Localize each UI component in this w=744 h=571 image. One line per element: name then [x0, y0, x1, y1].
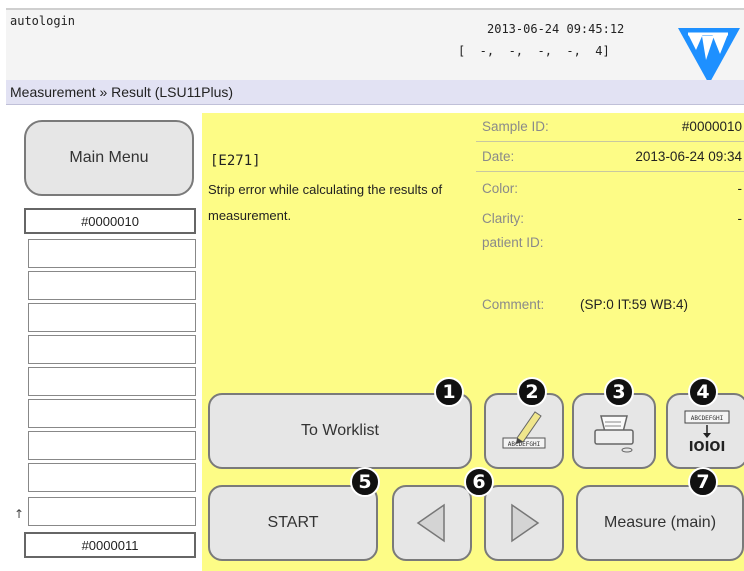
- arrow-right-icon: [511, 503, 540, 543]
- callout-badge-3: 3: [604, 377, 634, 407]
- app-label: autologin: [10, 14, 76, 28]
- sample-info: Sample ID: #0000010 Date: 2013-06-24 09:…: [476, 113, 744, 333]
- divider: [476, 171, 744, 172]
- clarity-label: Clarity:: [482, 211, 525, 226]
- date-label: Date:: [482, 149, 515, 164]
- to-worklist-button[interactable]: To Worklist: [208, 393, 472, 469]
- list-item[interactable]: [28, 463, 196, 492]
- callout-badge-5: 5: [350, 467, 380, 497]
- color-label: Color:: [482, 181, 519, 196]
- export-binary-label: IOIOI: [689, 440, 726, 455]
- list-item[interactable]: [28, 271, 196, 300]
- breadcrumb-bar: Measurement » Result (LSU11Plus): [6, 80, 744, 105]
- callout-badge-6: 6: [464, 467, 494, 497]
- sample-id-row: Sample ID: #0000010: [476, 115, 744, 139]
- header-bar: autologin 2013-06-24 09:45:12 [ -, -, -,…: [6, 8, 744, 84]
- patient-id-label: patient ID:: [482, 235, 544, 250]
- edit-icon-label: ABCDEFGHI: [508, 441, 541, 448]
- list-item[interactable]: [28, 303, 196, 332]
- callout-badge-4: 4: [688, 377, 718, 407]
- breadcrumb: Measurement » Result (LSU11Plus): [10, 84, 234, 100]
- status-line: [ -, -, -, -, 4]: [458, 44, 610, 58]
- comment-label: Comment:: [482, 297, 545, 312]
- clarity-row: Clarity: -: [476, 207, 744, 231]
- result-panel: [E271] Strip error while calculating the…: [202, 113, 744, 571]
- previous-button[interactable]: [392, 485, 472, 561]
- edit-pencil-icon: ABCDEFGHI: [502, 411, 546, 449]
- sidebar: Main Menu #0000010 ↑ #0000011: [6, 108, 202, 571]
- error-code: [E271]: [210, 153, 261, 169]
- list-item[interactable]: [28, 399, 196, 428]
- patient-row: patient ID:: [476, 231, 744, 255]
- date-value: 2013-06-24 09:34: [635, 149, 742, 164]
- sample-id-value: #0000010: [681, 119, 742, 134]
- list-item[interactable]: [28, 497, 196, 526]
- comment-value: (SP:0 IT:59 WB:4): [580, 297, 689, 312]
- date-row: Date: 2013-06-24 09:34: [476, 145, 744, 169]
- scroll-up-arrow-icon[interactable]: ↑: [14, 507, 24, 521]
- color-value: -: [737, 181, 743, 196]
- export-data-icon: ABCDEFGHI IOIOI: [684, 410, 730, 455]
- measure-main-button[interactable]: Measure (main): [576, 485, 744, 561]
- start-button[interactable]: START: [208, 485, 378, 561]
- sample-list-current[interactable]: #0000010: [24, 208, 196, 234]
- sample-id-label: Sample ID:: [482, 119, 549, 134]
- printer-icon: [594, 415, 634, 453]
- sample-list-next[interactable]: #0000011: [24, 532, 196, 558]
- list-item[interactable]: [28, 431, 196, 460]
- arrow-left-icon: [416, 503, 445, 543]
- divider: [476, 141, 744, 142]
- error-message: Strip error while calculating the result…: [208, 182, 443, 223]
- export-top-label: ABCDEFGHI: [691, 415, 724, 422]
- callout-badge-7: 7: [688, 467, 718, 497]
- list-item[interactable]: [28, 335, 196, 364]
- color-row: Color: -: [476, 177, 744, 201]
- datetime-display: 2013-06-24 09:45:12: [487, 22, 625, 36]
- list-item[interactable]: [28, 367, 196, 396]
- clarity-value: -: [737, 211, 743, 226]
- callout-badge-2: 2: [517, 377, 547, 407]
- list-item[interactable]: [28, 239, 196, 268]
- next-button[interactable]: [484, 485, 564, 561]
- callout-badge-1: 1: [434, 377, 464, 407]
- main-menu-button[interactable]: Main Menu: [24, 120, 194, 196]
